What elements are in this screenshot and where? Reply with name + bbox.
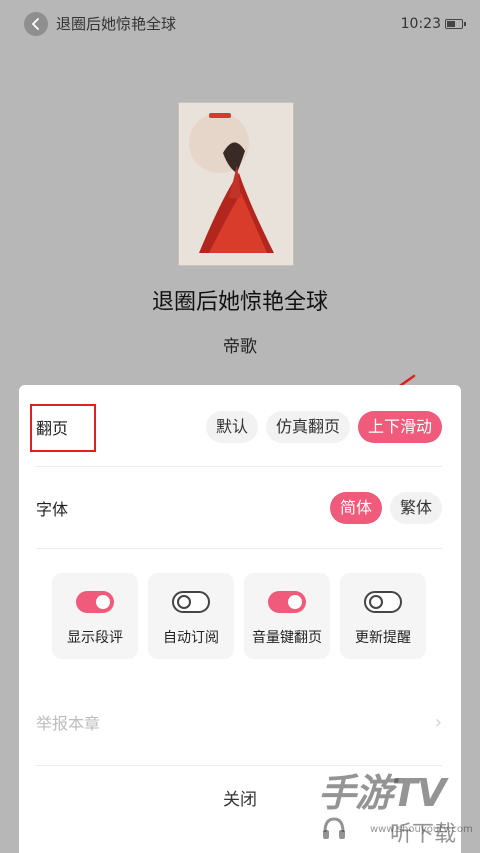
watermark: 手游TV 听下载 www.shouyoutv.com [318,762,478,852]
toggle-label: 显示段评 [67,630,123,646]
battery-icon [445,19,466,29]
page-turn-default-chip[interactable]: 默认 [205,411,258,443]
font-label: 字体 [36,500,69,519]
font-traditional-chip[interactable]: 繁体 [389,492,442,524]
toggle-label: 音量键翻页 [252,630,322,646]
font-row: 字体 简体 繁体 [36,488,442,528]
book-title: 退圈后她惊艳全球 [151,290,328,315]
divider [36,466,442,467]
top-bar-title: 退圈后她惊艳全球 [56,15,177,33]
back-button[interactable] [24,12,48,36]
toggle-switch-icon[interactable] [268,591,306,613]
font-options: 简体 繁体 [329,492,442,524]
toggle-grid: 显示段评 自动订阅 音量键翻页 更新提醒 [52,573,426,659]
page-turn-row: 翻页 默认 仿真翻页 上下滑动 [30,404,442,452]
toggle-label: 自动订阅 [163,630,219,646]
status-area: 10:23 [401,14,466,34]
chevron-right-icon: › [434,711,442,733]
toggle-label: 更新提醒 [355,630,411,646]
chevron-left-icon [31,18,41,30]
toggle-switch-icon[interactable] [76,591,114,613]
toggle-show-comments[interactable]: 显示段评 [52,573,138,659]
toggle-update-reminder[interactable]: 更新提醒 [340,573,426,659]
toggle-volume-key-page[interactable]: 音量键翻页 [244,573,330,659]
page-turn-scroll-chip[interactable]: 上下滑动 [357,411,442,443]
book-cover[interactable] [178,102,294,266]
toggle-switch-icon[interactable] [364,591,402,613]
toggle-switch-icon[interactable] [172,591,210,613]
toggle-auto-subscribe[interactable]: 自动订阅 [148,573,234,659]
watermark-logo-text: 手游TV [318,771,446,815]
font-simplified-chip[interactable]: 简体 [329,492,382,524]
clock: 10:23 [400,16,441,32]
annotation-box [30,404,96,452]
watermark-url: www.shouyoutv.com [370,824,473,835]
page-turn-simulated-chip[interactable]: 仿真翻页 [265,411,350,443]
report-chapter-label: 举报本章 [36,714,101,733]
report-chapter-row[interactable]: 举报本章 › [36,707,442,737]
headphones-icon [320,814,348,842]
book-author: 帝歌 [223,337,257,357]
divider [36,548,442,549]
page-turn-options: 默认 仿真翻页 上下滑动 [205,411,442,443]
top-bar: 退圈后她惊艳全球 10:23 [0,0,480,48]
